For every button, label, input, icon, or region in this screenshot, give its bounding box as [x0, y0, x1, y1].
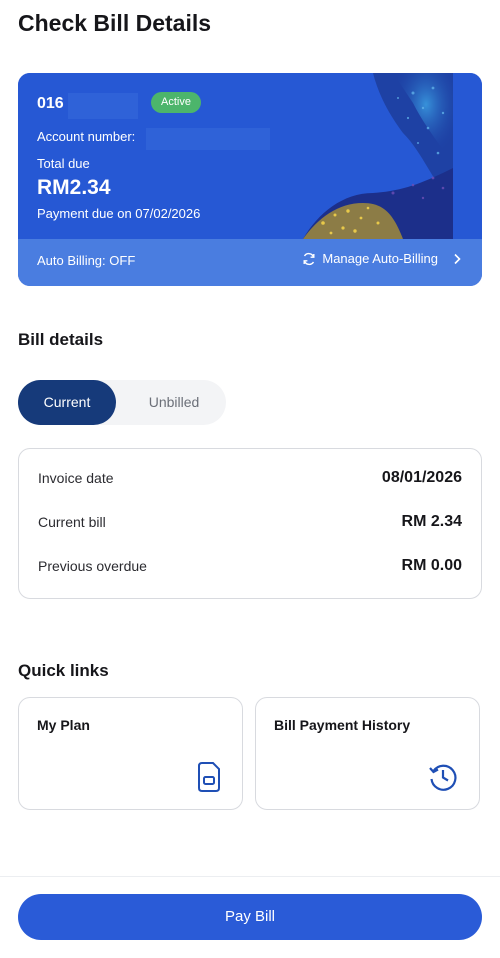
card-decoration [273, 73, 453, 239]
payment-due-date: Payment due on 07/02/2026 [37, 206, 201, 221]
quick-links-heading: Quick links [18, 661, 109, 680]
page-title: Check Bill Details [18, 10, 212, 36]
bill-details-card: Invoice date 08/01/2026 Current bill RM … [18, 448, 482, 599]
refresh-icon [303, 252, 315, 265]
current-bill-value: RM 2.34 [401, 513, 462, 530]
status-badge: Active [151, 92, 201, 113]
total-due-label: Total due [37, 156, 90, 171]
quick-link-label: My Plan [37, 717, 90, 733]
current-bill-row: Current bill RM 2.34 [38, 513, 462, 531]
bill-tabs: Current Unbilled [18, 380, 226, 425]
total-due-amount: RM2.34 [37, 176, 111, 199]
current-bill-label: Current bill [38, 514, 106, 530]
manage-auto-billing-label: Manage Auto-Billing [322, 251, 438, 266]
tab-current[interactable]: Current [18, 380, 116, 425]
previous-overdue-label: Previous overdue [38, 558, 147, 574]
invoice-date-label: Invoice date [38, 470, 114, 486]
redaction-block [146, 128, 270, 150]
manage-auto-billing-link[interactable]: Manage Auto-Billing [302, 251, 464, 266]
invoice-date-value: 08/01/2026 [381, 469, 462, 486]
redaction-block [68, 93, 138, 119]
account-number-prefix: 016 [37, 95, 64, 112]
account-card: 016 Active Account number: Total due RM2… [18, 73, 482, 286]
previous-overdue-value: RM 0.00 [401, 557, 462, 574]
quick-link-bill-payment-history[interactable]: Bill Payment History [255, 697, 480, 810]
quick-link-my-plan[interactable]: My Plan [18, 697, 243, 810]
chevron-right-icon [454, 253, 461, 264]
account-number-label: Account number: [37, 129, 136, 144]
previous-overdue-row: Previous overdue RM 0.00 [38, 557, 462, 575]
history-icon [429, 764, 457, 791]
invoice-date-row: Invoice date 08/01/2026 [38, 469, 462, 487]
quick-link-label: Bill Payment History [274, 717, 411, 733]
bill-details-heading: Bill details [18, 330, 104, 349]
pay-bill-button[interactable]: Pay Bill [18, 894, 482, 940]
auto-billing-status: Auto Billing: OFF [37, 253, 136, 268]
sim-card-icon [198, 762, 220, 792]
tab-unbilled[interactable]: Unbilled [122, 380, 226, 425]
